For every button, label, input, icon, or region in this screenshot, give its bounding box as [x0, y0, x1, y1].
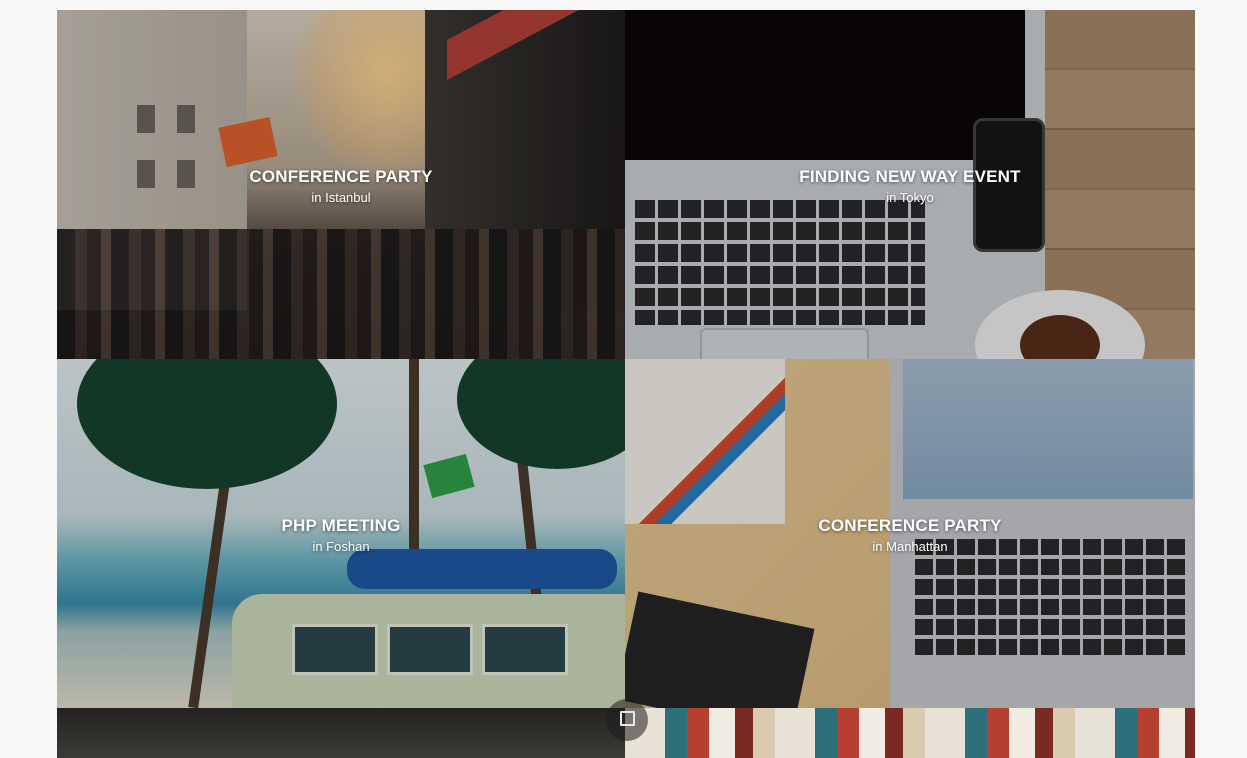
event-location: in Foshan [312, 539, 370, 554]
event-title[interactable]: FINDING NEW WAY EVENT [625, 167, 1195, 187]
event-title[interactable]: CONFERENCE PARTY [57, 167, 625, 187]
bookshelf-photo [625, 708, 1195, 758]
event-location: in Tokyo [886, 190, 934, 205]
dark-camera-photo [57, 708, 625, 758]
event-tile-partial-left[interactable] [57, 708, 625, 758]
event-title[interactable]: PHP MEETING [57, 516, 625, 536]
event-tile-foshan[interactable]: PHP MEETING in Foshan [57, 359, 625, 708]
floating-square-button[interactable] [606, 699, 648, 741]
event-grid: CONFERENCE PARTY in Istanbul FINDING NEW… [57, 10, 1195, 758]
event-caption: CONFERENCE PARTY in Istanbul [57, 167, 625, 205]
event-location: in Manhattan [872, 539, 948, 554]
event-title[interactable]: CONFERENCE PARTY [625, 516, 1195, 536]
event-tile-tokyo[interactable]: FINDING NEW WAY EVENT in Tokyo [625, 10, 1195, 359]
event-caption: CONFERENCE PARTY in Manhattan [625, 516, 1195, 554]
event-tile-manhattan[interactable]: CONFERENCE PARTY in Manhattan [625, 359, 1195, 708]
event-location: in Istanbul [311, 190, 371, 205]
square-icon [620, 711, 635, 726]
event-tile-partial-right[interactable] [625, 708, 1195, 758]
event-caption: FINDING NEW WAY EVENT in Tokyo [625, 167, 1195, 205]
event-tile-istanbul[interactable]: CONFERENCE PARTY in Istanbul [57, 10, 625, 359]
event-caption: PHP MEETING in Foshan [57, 516, 625, 554]
